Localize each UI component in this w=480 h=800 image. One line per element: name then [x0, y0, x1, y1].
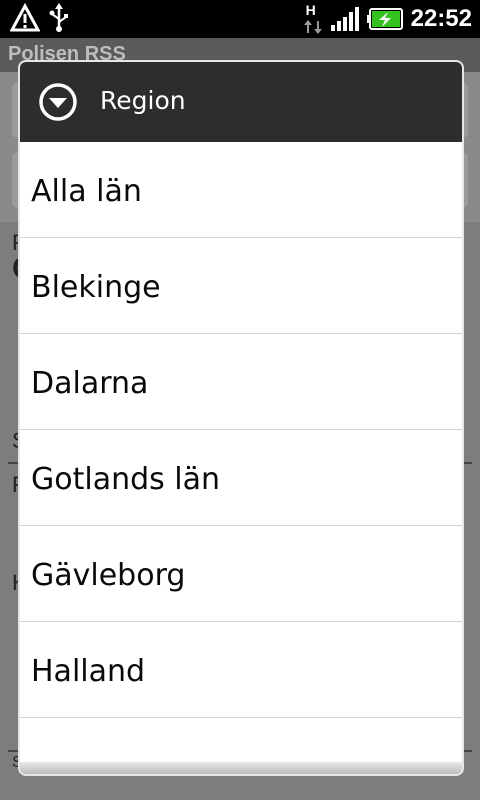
- network-type-label: H: [305, 2, 316, 18]
- alert-icon: [10, 3, 40, 32]
- list-bottom-edge: [20, 762, 462, 774]
- list-item-halland[interactable]: Halland: [20, 622, 462, 718]
- battery-charging-icon: [366, 8, 403, 30]
- list-item-gotlands-lan[interactable]: Gotlands län: [20, 430, 462, 526]
- list-item-blekinge[interactable]: Blekinge: [20, 238, 462, 334]
- list-item-alla-lan[interactable]: Alla län: [20, 142, 462, 238]
- usb-icon: [49, 3, 68, 32]
- region-list[interactable]: Alla län Blekinge Dalarna Gotlands län G…: [20, 142, 462, 766]
- list-item-label: Gotlands län: [31, 462, 221, 497]
- dialog-header: Region: [20, 62, 462, 142]
- status-bar: H 22:52: [0, 0, 480, 38]
- dialog-title: Region: [100, 86, 186, 115]
- status-bar-left: [10, 3, 70, 33]
- list-item-label: Halland: [31, 654, 146, 689]
- dropdown-circle-icon: [39, 83, 77, 121]
- clock: 22:52: [410, 5, 472, 32]
- network-hsdpa-icon: H: [303, 2, 323, 35]
- list-item-label: Gävleborg: [31, 558, 186, 593]
- status-bar-right: H 22:52: [303, 2, 472, 35]
- list-item-label: Dalarna: [31, 366, 149, 401]
- list-item-label: Blekinge: [31, 270, 161, 305]
- list-item-partial[interactable]: [20, 718, 462, 766]
- list-item-dalarna[interactable]: Dalarna: [20, 334, 462, 430]
- signal-icon: [330, 7, 359, 31]
- region-dialog: Region Alla län Blekinge Dalarna Gotland…: [18, 60, 464, 776]
- list-item-label: Alla län: [31, 174, 142, 209]
- list-item-gavleborg[interactable]: Gävleborg: [20, 526, 462, 622]
